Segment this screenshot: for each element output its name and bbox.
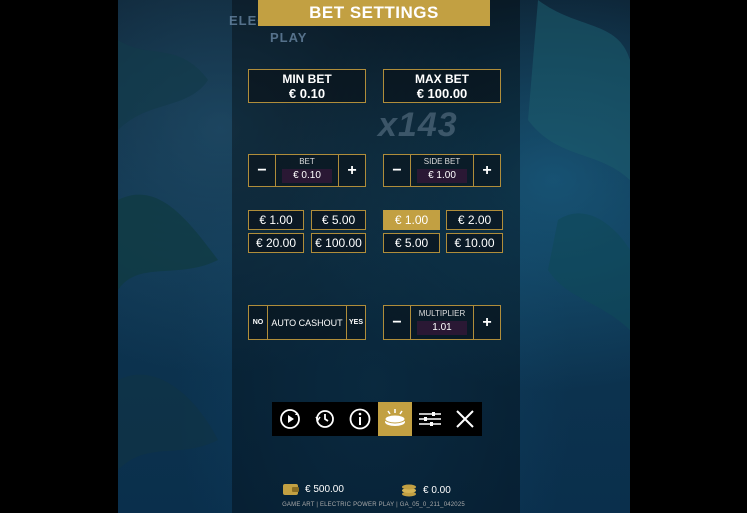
side-bet-chip[interactable]: € 10.00 bbox=[446, 233, 503, 253]
min-bet-label: MIN BET bbox=[282, 71, 332, 86]
wallet-icon bbox=[283, 484, 299, 495]
multiplier-stepper: − MULTIPLIER 1.01 + bbox=[383, 305, 501, 340]
bet-value: € 0.10 bbox=[282, 168, 332, 183]
bet-display: BET € 0.10 bbox=[275, 155, 339, 186]
multiplier-caption: MULTIPLIER bbox=[418, 308, 466, 318]
bet-chip[interactable]: € 100.00 bbox=[311, 233, 366, 253]
close-icon[interactable] bbox=[448, 402, 482, 436]
bet-chip[interactable]: € 1.00 bbox=[248, 210, 304, 230]
bottom-toolbar bbox=[272, 402, 482, 436]
side-bet-chip[interactable]: € 5.00 bbox=[383, 233, 440, 253]
max-bet-box: MAX BET € 100.00 bbox=[383, 69, 501, 103]
side-bet-caption: SIDE BET bbox=[423, 156, 461, 166]
game-stage: ELECT PLAY x143 bbox=[0, 0, 747, 513]
auto-cashout-yes-button[interactable]: YES bbox=[347, 306, 365, 339]
info-icon[interactable] bbox=[343, 402, 377, 436]
auto-cashout-label: AUTO CASHOUT bbox=[267, 306, 347, 339]
side-bet-chip[interactable]: € 2.00 bbox=[446, 210, 503, 230]
auto-cashout-no-button[interactable]: NO bbox=[249, 306, 267, 339]
bet-increase-button[interactable]: + bbox=[339, 155, 365, 186]
history-icon[interactable] bbox=[308, 402, 342, 436]
side-bet-display: SIDE BET € 1.00 bbox=[410, 155, 474, 186]
total-bet-display: € 0.00 bbox=[401, 483, 451, 497]
background-multiplier-art: x143 bbox=[378, 106, 458, 144]
bet-settings-header: BET SETTINGS bbox=[258, 0, 490, 26]
side-bet-chip-selected[interactable]: € 1.00 bbox=[383, 210, 440, 230]
bet-decrease-button[interactable]: − bbox=[249, 155, 275, 186]
game-logo-bottom: PLAY bbox=[270, 30, 308, 45]
settings-icon[interactable] bbox=[413, 402, 447, 436]
multiplier-display: MULTIPLIER 1.01 bbox=[410, 306, 474, 339]
min-bet-box: MIN BET € 0.10 bbox=[248, 69, 366, 103]
autoplay-icon[interactable] bbox=[273, 402, 307, 436]
page-title: BET SETTINGS bbox=[309, 3, 439, 22]
build-info: GAME ART | ELECTRIC POWER PLAY | GA_05_0… bbox=[282, 502, 465, 508]
side-bet-stepper: − SIDE BET € 1.00 + bbox=[383, 154, 501, 187]
side-bet-decrease-button[interactable]: − bbox=[384, 155, 410, 186]
balance-value: € 500.00 bbox=[305, 483, 344, 495]
multiplier-increase-button[interactable]: + bbox=[474, 306, 500, 339]
max-bet-value: € 100.00 bbox=[416, 85, 468, 101]
max-bet-label: MAX BET bbox=[415, 71, 469, 86]
bet-chip[interactable]: € 5.00 bbox=[311, 210, 366, 230]
auto-cashout-toggle: NO AUTO CASHOUT YES bbox=[248, 305, 366, 340]
bet-caption: BET bbox=[299, 156, 315, 166]
bet-chip[interactable]: € 20.00 bbox=[248, 233, 304, 253]
side-bet-increase-button[interactable]: + bbox=[474, 155, 500, 186]
multiplier-decrease-button[interactable]: − bbox=[384, 306, 410, 339]
total-bet-value: € 0.00 bbox=[423, 484, 451, 496]
min-bet-value: € 0.10 bbox=[288, 85, 326, 101]
coin-stack-icon bbox=[402, 484, 416, 497]
bet-stepper: − BET € 0.10 + bbox=[248, 154, 366, 187]
multiplier-value: 1.01 bbox=[417, 320, 467, 335]
balance-display: € 500.00 bbox=[283, 483, 344, 495]
bet-settings-icon[interactable] bbox=[377, 402, 412, 436]
side-bet-value: € 1.00 bbox=[417, 168, 467, 183]
